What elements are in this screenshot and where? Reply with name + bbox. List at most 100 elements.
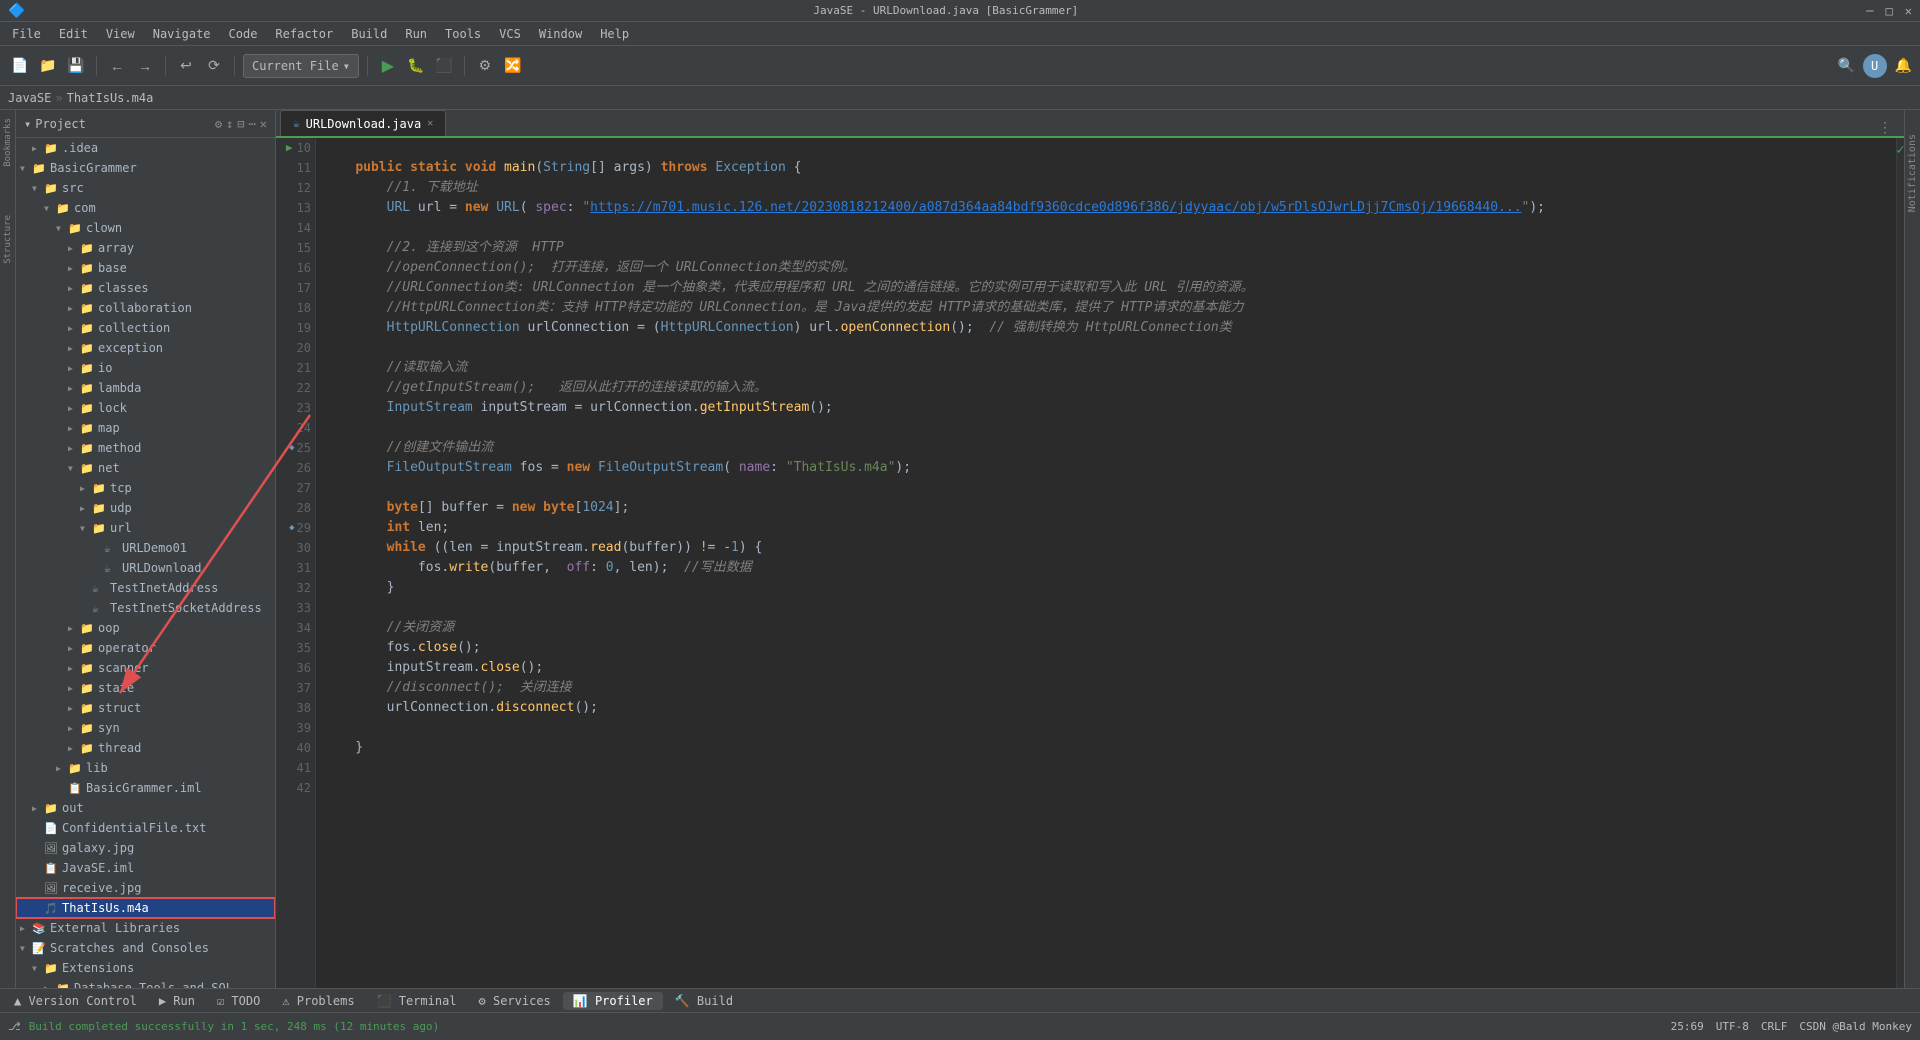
tree-item-out[interactable]: ▶ 📁 out: [16, 798, 275, 818]
debug-button[interactable]: 🐛: [404, 54, 428, 78]
tree-item-operator[interactable]: ▶ 📁 operator: [16, 638, 275, 658]
toolbar-back[interactable]: ←: [105, 54, 129, 78]
tree-item-collection[interactable]: ▶ 📁 collection: [16, 318, 275, 338]
close-button[interactable]: ✕: [1905, 4, 1912, 18]
menu-build[interactable]: Build: [343, 25, 395, 43]
tree-item-url[interactable]: ▼ 📁 url: [16, 518, 275, 538]
tree-item-state[interactable]: ▶ 📁 state: [16, 678, 275, 698]
toolbar-forward[interactable]: →: [133, 54, 157, 78]
project-collapse-icon[interactable]: ⊟: [237, 117, 244, 131]
tree-item-map[interactable]: ▶ 📁 map: [16, 418, 275, 438]
tree-item-urldemo01[interactable]: ▶ ☕ URLDemo01: [16, 538, 275, 558]
tree-item-tcp[interactable]: ▶ 📁 tcp: [16, 478, 275, 498]
tree-item-galaxy[interactable]: ▶ 🖼 galaxy.jpg: [16, 838, 275, 858]
menu-navigate[interactable]: Navigate: [145, 25, 219, 43]
encoding[interactable]: UTF-8: [1716, 1020, 1749, 1033]
cursor-position[interactable]: 25:69: [1671, 1020, 1704, 1033]
structure-icon[interactable]: Structure: [3, 215, 13, 264]
tree-item-scanner[interactable]: ▶ 📁 scanner: [16, 658, 275, 678]
toolbar-new-file[interactable]: 📄: [8, 54, 32, 78]
bookmarks-icon[interactable]: Bookmarks: [3, 118, 13, 167]
settings-button[interactable]: ⚙: [473, 54, 497, 78]
tree-item-clown[interactable]: ▼ 📁 clown: [16, 218, 275, 238]
toolbar-open[interactable]: 📁: [36, 54, 60, 78]
stop-button[interactable]: ⬛: [432, 54, 456, 78]
tree-item-testinetsa[interactable]: ▶ ☕ TestInetSocketAddress: [16, 598, 275, 618]
breadcrumb-javase[interactable]: JavaSE: [8, 91, 51, 105]
tree-item-lambda[interactable]: ▶ 📁 lambda: [16, 378, 275, 398]
project-dropdown-arrow[interactable]: ▾: [24, 117, 31, 131]
bottom-tab-todo[interactable]: ☑ TODO: [207, 992, 270, 1010]
bottom-tab-versioncontrol[interactable]: ▲ Version Control: [4, 992, 147, 1010]
tree-item-idea[interactable]: ▶ 📁 .idea: [16, 138, 275, 158]
tree-item-src[interactable]: ▼ 📁 src: [16, 178, 275, 198]
tree-item-syn[interactable]: ▶ 📁 syn: [16, 718, 275, 738]
notifications-icon-right[interactable]: Notifications: [1907, 134, 1918, 212]
tree-item-lib[interactable]: ▶ 📁 lib: [16, 758, 275, 778]
tree-item-io[interactable]: ▶ 📁 io: [16, 358, 275, 378]
tree-item-basicgrammerl[interactable]: ▶ 📋 BasicGrammer.iml: [16, 778, 275, 798]
project-close-icon[interactable]: ✕: [260, 117, 267, 131]
tab-urldownload[interactable]: ☕ URLDownload.java ✕: [280, 110, 446, 136]
menu-window[interactable]: Window: [531, 25, 590, 43]
tree-item-basicgrammer[interactable]: ▼ 📁 BasicGrammer: [16, 158, 275, 178]
tree-item-javase[interactable]: ▶ 📋 JavaSE.iml: [16, 858, 275, 878]
menu-refactor[interactable]: Refactor: [267, 25, 341, 43]
tree-item-extlibs[interactable]: ▶ 📚 External Libraries: [16, 918, 275, 938]
build-status[interactable]: Build completed successfully in 1 sec, 2…: [29, 1020, 440, 1033]
minimize-button[interactable]: ─: [1866, 4, 1873, 18]
tree-item-oop[interactable]: ▶ 📁 oop: [16, 618, 275, 638]
tree-item-dbtools[interactable]: ▶ 📁 Database Tools and SQL: [16, 978, 275, 988]
bottom-tab-services[interactable]: ⚙ Services: [469, 992, 561, 1010]
line-separator[interactable]: CRLF: [1761, 1020, 1788, 1033]
menu-file[interactable]: File: [4, 25, 49, 43]
toolbar-undo[interactable]: ↩: [174, 54, 198, 78]
menu-tools[interactable]: Tools: [437, 25, 489, 43]
git-button[interactable]: 🔀: [501, 54, 525, 78]
current-file-dropdown[interactable]: Current File ▾: [243, 54, 359, 78]
tree-item-udp[interactable]: ▶ 📁 udp: [16, 498, 275, 518]
tree-item-thread[interactable]: ▶ 📁 thread: [16, 738, 275, 758]
menu-help[interactable]: Help: [592, 25, 637, 43]
notifications-icon[interactable]: 🔔: [1895, 58, 1912, 74]
tree-item-confidentialfile[interactable]: ▶ 📄 ConfidentialFile.txt: [16, 818, 275, 838]
search-everywhere-button[interactable]: 🔍: [1835, 54, 1859, 78]
menu-run[interactable]: Run: [397, 25, 435, 43]
run-button[interactable]: ▶: [376, 54, 400, 78]
bottom-tab-terminal[interactable]: ⬛ Terminal: [367, 992, 467, 1010]
code-content[interactable]: public static void main(String[] args) t…: [316, 138, 1896, 988]
menu-view[interactable]: View: [98, 25, 143, 43]
toolbar-reformat[interactable]: ⟳: [202, 54, 226, 78]
menu-vcs[interactable]: VCS: [491, 25, 529, 43]
tree-item-thatisus[interactable]: ▶ 🎵 ThatIsUs.m4a: [16, 898, 275, 918]
tree-item-method[interactable]: ▶ 📁 method: [16, 438, 275, 458]
project-gear-icon[interactable]: ⋯: [249, 117, 256, 131]
project-settings-icon[interactable]: ⚙: [215, 117, 222, 131]
bottom-tab-profiler[interactable]: 📊 Profiler: [563, 992, 663, 1010]
tree-item-classes[interactable]: ▶ 📁 classes: [16, 278, 275, 298]
tree-item-scratches[interactable]: ▼ 📝 Scratches and Consoles: [16, 938, 275, 958]
editor-tabs-menu[interactable]: ⋮: [1870, 120, 1900, 136]
tab-close-icon[interactable]: ✕: [427, 118, 433, 129]
tree-item-receivejpg[interactable]: ▶ 🖼 receive.jpg: [16, 878, 275, 898]
bottom-tab-problems[interactable]: ⚠ Problems: [272, 992, 364, 1010]
tree-item-com[interactable]: ▼ 📁 com: [16, 198, 275, 218]
bottom-tab-build[interactable]: 🔨 Build: [665, 992, 743, 1010]
maximize-button[interactable]: □: [1886, 4, 1893, 18]
tree-item-base[interactable]: ▶ 📁 base: [16, 258, 275, 278]
bottom-tab-run[interactable]: ▶ Run: [149, 992, 205, 1010]
tree-item-testineta[interactable]: ▶ ☕ TestInetAddress: [16, 578, 275, 598]
tree-item-lock[interactable]: ▶ 📁 lock: [16, 398, 275, 418]
toolbar-save[interactable]: 💾: [64, 54, 88, 78]
breadcrumb-thatisus[interactable]: ThatIsUs.m4a: [67, 91, 154, 105]
tree-item-net[interactable]: ▼ 📁 net: [16, 458, 275, 478]
tree-item-extensions[interactable]: ▼ 📁 Extensions: [16, 958, 275, 978]
tree-item-struct[interactable]: ▶ 📁 struct: [16, 698, 275, 718]
menu-code[interactable]: Code: [221, 25, 266, 43]
tree-item-exception[interactable]: ▶ 📁 exception: [16, 338, 275, 358]
tree-item-array[interactable]: ▶ 📁 array: [16, 238, 275, 258]
tree-item-collaboration[interactable]: ▶ 📁 collaboration: [16, 298, 275, 318]
menu-edit[interactable]: Edit: [51, 25, 96, 43]
tree-item-urldownload[interactable]: ▶ ☕ URLDownload: [16, 558, 275, 578]
project-sort-icon[interactable]: ↕: [226, 117, 233, 131]
